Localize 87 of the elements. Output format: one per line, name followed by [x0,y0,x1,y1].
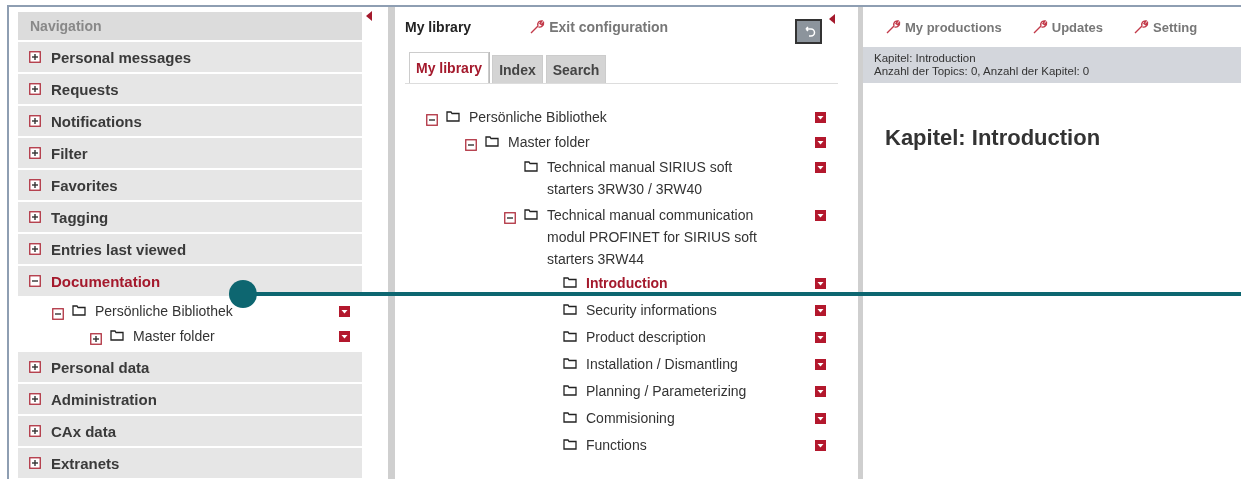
toolbar-link[interactable]: Setting [1133,19,1198,35]
expand-icon[interactable] [29,457,41,469]
navigation-item[interactable]: Administration [18,384,362,414]
dropdown-menu-icon[interactable] [815,359,826,370]
collapse-arrow-icon[interactable] [829,14,835,24]
tree-item[interactable]: Security informations [586,299,717,321]
wrench-icon [885,19,901,35]
info-text: Anzahl der Topics: 0, Anzahl der Kapitel: 0 [874,65,1091,78]
wrench-icon [1031,19,1048,35]
tab[interactable]: Search [545,55,607,83]
expand-icon[interactable] [29,211,41,223]
panel-title: My library [405,19,472,35]
wrench-icon [529,19,546,35]
dropdown-menu-icon[interactable] [815,440,826,451]
collapse-icon[interactable] [504,211,516,224]
navigation-item[interactable]: Favorites [18,170,362,200]
expand-icon[interactable] [29,51,41,63]
folder-icon [446,110,460,122]
dropdown-menu-icon[interactable] [815,305,826,316]
tree-item[interactable]: Master folder [133,325,215,347]
tree-item[interactable]: Persönliche Bibliothek [95,300,233,322]
folder-icon [524,208,538,220]
folder-icon [563,276,577,288]
expand-icon[interactable] [90,332,102,345]
expand-icon[interactable] [29,393,41,405]
dropdown-menu-icon[interactable] [815,112,826,123]
tree-item[interactable]: Persönliche Bibliothek [469,106,607,128]
navigation-item[interactable]: Filter [18,138,362,168]
collapse-icon[interactable] [465,138,477,151]
tree-item[interactable]: Product description [586,326,706,348]
dropdown-menu-icon[interactable] [815,137,826,148]
expand-icon[interactable] [29,425,41,437]
dropdown-menu-icon[interactable] [339,306,350,317]
navigation-item[interactable]: Tagging [18,202,362,232]
tree-item[interactable]: Master folder [508,131,590,153]
navigation-header: Navigation [18,12,362,40]
expand-icon[interactable] [29,83,41,95]
dropdown-menu-icon[interactable] [815,210,826,221]
tree-item[interactable]: Introduction [586,272,668,294]
navigation-item[interactable]: Personal data [18,352,362,382]
folder-icon [524,160,538,172]
folder-icon [110,329,124,341]
dropdown-menu-icon[interactable] [815,386,826,397]
tree-item[interactable]: Installation / Dismantling [586,353,738,375]
navigation-item[interactable]: Entries last viewed [18,234,362,264]
tree-item[interactable]: Technical manual SIRIUS soft starters 3RW30 / 3RW40 [547,156,781,200]
navigation-item[interactable]: Documentation [18,266,362,296]
toolbar-link[interactable]: Updates [1031,19,1104,35]
dropdown-menu-icon[interactable] [815,162,826,173]
chapter-heading: Kapitel: Introduction [885,125,1102,151]
folder-icon [485,135,499,147]
expand-icon[interactable] [29,243,41,255]
collapse-icon[interactable] [29,275,41,287]
exit-configuration-link[interactable]: Exit configuration [529,19,669,35]
navigation-item[interactable]: Extranets [18,448,362,478]
dropdown-menu-icon[interactable] [339,331,350,342]
folder-icon [563,303,577,315]
collapse-icon[interactable] [426,113,438,126]
folder-icon [72,304,86,316]
toolbar-link[interactable]: My productions [885,19,1002,35]
dropdown-menu-icon[interactable] [815,278,826,289]
collapse-icon[interactable] [52,307,64,320]
expand-icon[interactable] [29,361,41,373]
tree-item[interactable]: Functions [586,434,647,456]
wrench-icon [1133,19,1150,35]
folder-icon [563,438,577,450]
folder-icon [563,357,577,369]
dropdown-menu-icon[interactable] [815,413,826,424]
tree-item[interactable]: Planning / Parameterizing [586,380,747,402]
folder-icon [563,384,577,396]
navigation-item[interactable]: Personal messages [18,42,362,72]
tab[interactable]: My library [409,52,490,83]
navigation-item[interactable]: CAx data [18,416,362,446]
tree-item[interactable]: Commisioning [586,407,675,429]
expand-icon[interactable] [29,147,41,159]
tree-item[interactable]: Technical manual communication modul PROFINET for SIRIUS soft starters 3RW44 [547,204,781,270]
expand-icon[interactable] [29,115,41,127]
collapse-arrow-icon[interactable] [366,11,372,21]
info-text: Kapitel: Introduction [874,52,977,65]
navigation-item[interactable]: Notifications [18,106,362,136]
navigation-item[interactable]: Requests [18,74,362,104]
tab[interactable]: Index [492,55,543,83]
undo-button[interactable] [795,19,822,44]
expand-icon[interactable] [29,179,41,191]
dropdown-menu-icon[interactable] [815,332,826,343]
folder-icon [563,411,577,423]
folder-icon [563,330,577,342]
